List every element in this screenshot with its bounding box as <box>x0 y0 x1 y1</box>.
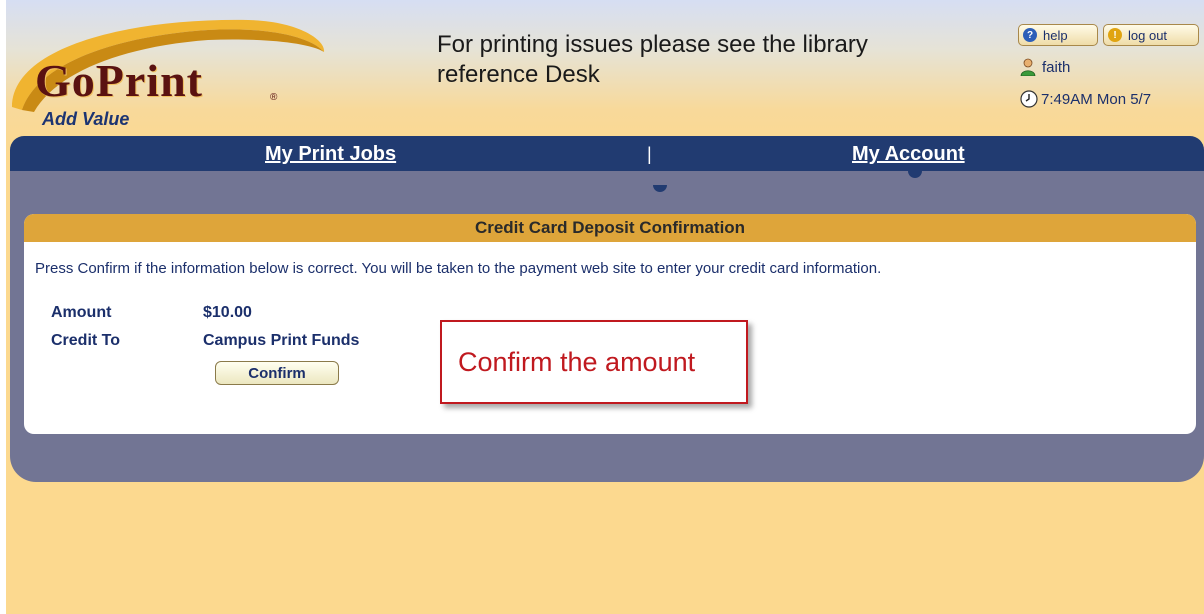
help-label: help <box>1043 27 1068 43</box>
left-edge-strip <box>0 0 6 614</box>
help-icon: ? <box>1023 28 1037 42</box>
username: faith <box>1042 58 1071 76</box>
confirm-amount-callout: Confirm the amount <box>440 320 748 404</box>
nav-my-print-jobs[interactable]: My Print Jobs <box>265 143 396 166</box>
callout-text: Confirm the amount <box>458 346 696 377</box>
logo-brand: GoPrint <box>35 55 203 106</box>
logout-button[interactable]: ! log out <box>1103 24 1199 46</box>
user-info: faith <box>1020 58 1070 76</box>
user-icon <box>1020 58 1036 76</box>
goprint-logo: GoPrint ® Add Value <box>8 12 328 129</box>
nav-separator: | <box>647 144 652 164</box>
power-icon: ! <box>1108 28 1122 42</box>
clock-text: 7:49AM Mon 5/7 <box>1041 90 1152 108</box>
credit-to-value: Campus Print Funds <box>203 332 360 349</box>
panel-title: Credit Card Deposit Confirmation <box>24 214 1196 242</box>
confirm-button[interactable]: Confirm <box>215 361 339 385</box>
panel-description: Press Confirm if the information below i… <box>35 260 882 277</box>
clock-info: 7:49AM Mon 5/7 <box>1020 90 1151 108</box>
main-navigation: My Print Jobs | My Account <box>10 136 1204 171</box>
printing-notice: For printing issues please see the libra… <box>437 31 868 88</box>
help-button[interactable]: ? help <box>1018 24 1098 46</box>
logout-label: log out <box>1128 27 1168 43</box>
logo-registered-mark: ® <box>270 92 278 103</box>
clock-icon <box>1020 90 1038 108</box>
page-subtitle: Add Value <box>42 109 130 129</box>
amount-value: $10.00 <box>203 304 252 321</box>
credit-to-label: Credit To <box>51 332 121 349</box>
amount-label: Amount <box>51 304 112 321</box>
nav-my-account[interactable]: My Account <box>852 143 965 166</box>
